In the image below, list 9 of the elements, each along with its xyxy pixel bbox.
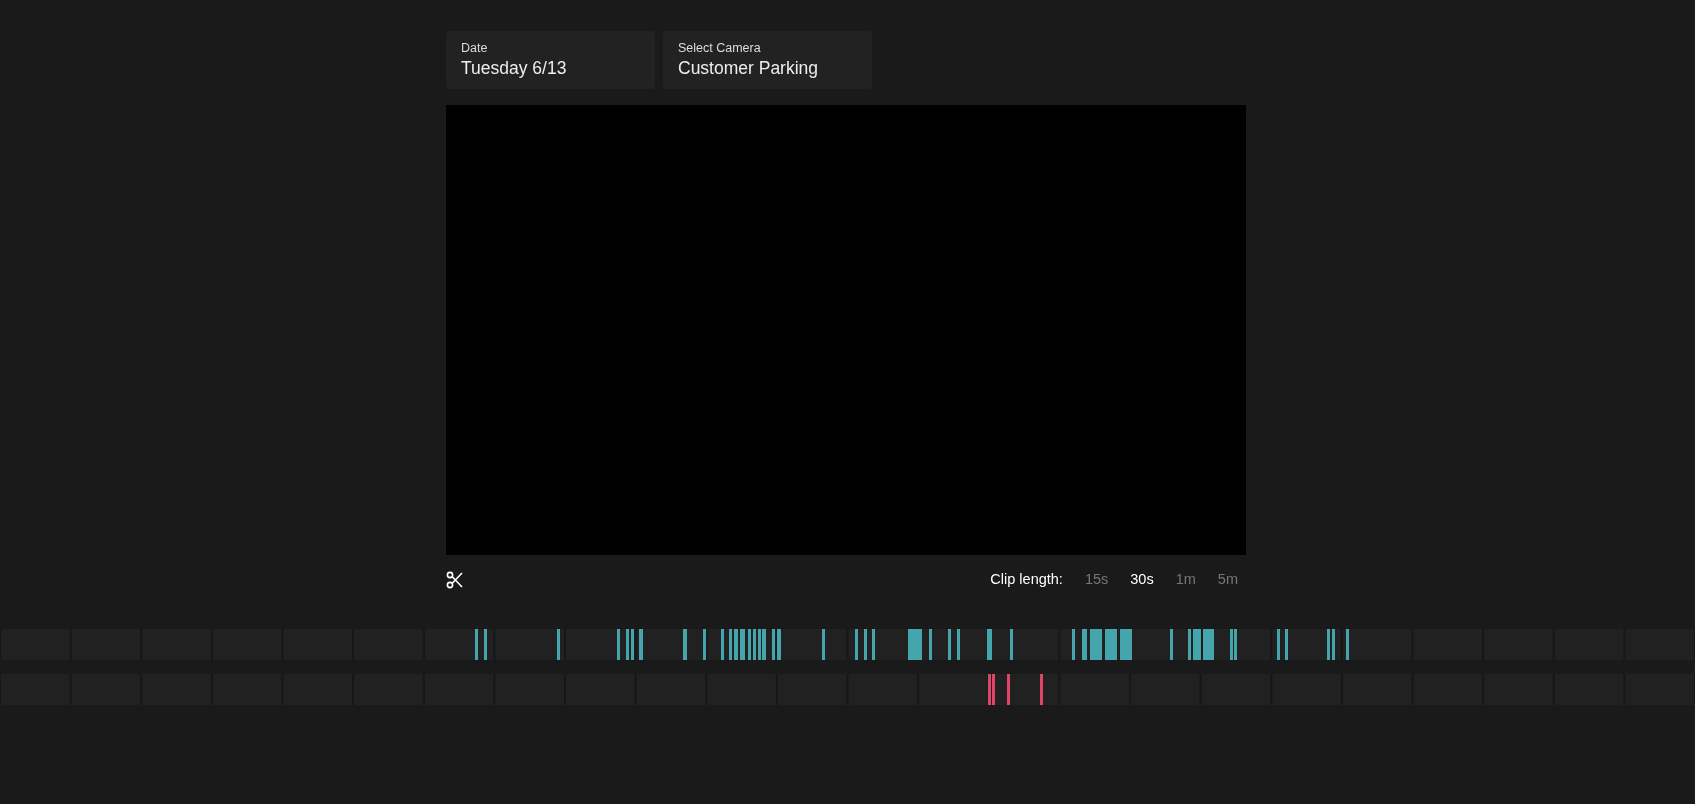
clip-length-option[interactable]: 5m xyxy=(1217,569,1238,591)
event-timeline[interactable] xyxy=(0,629,1695,660)
clip-length-option[interactable]: 30s xyxy=(1130,569,1154,591)
filter-dropdown[interactable]: Select Camera Customer Parking xyxy=(663,31,872,89)
clip-length-option[interactable]: 15s xyxy=(1084,569,1109,591)
scissors-icon[interactable] xyxy=(446,571,464,589)
clip-length-option[interactable]: 1m xyxy=(1175,569,1196,591)
filter-dropdown[interactable]: Date Tuesday 6/13 xyxy=(446,31,655,89)
clip-length-label: Clip length: xyxy=(990,570,1063,590)
